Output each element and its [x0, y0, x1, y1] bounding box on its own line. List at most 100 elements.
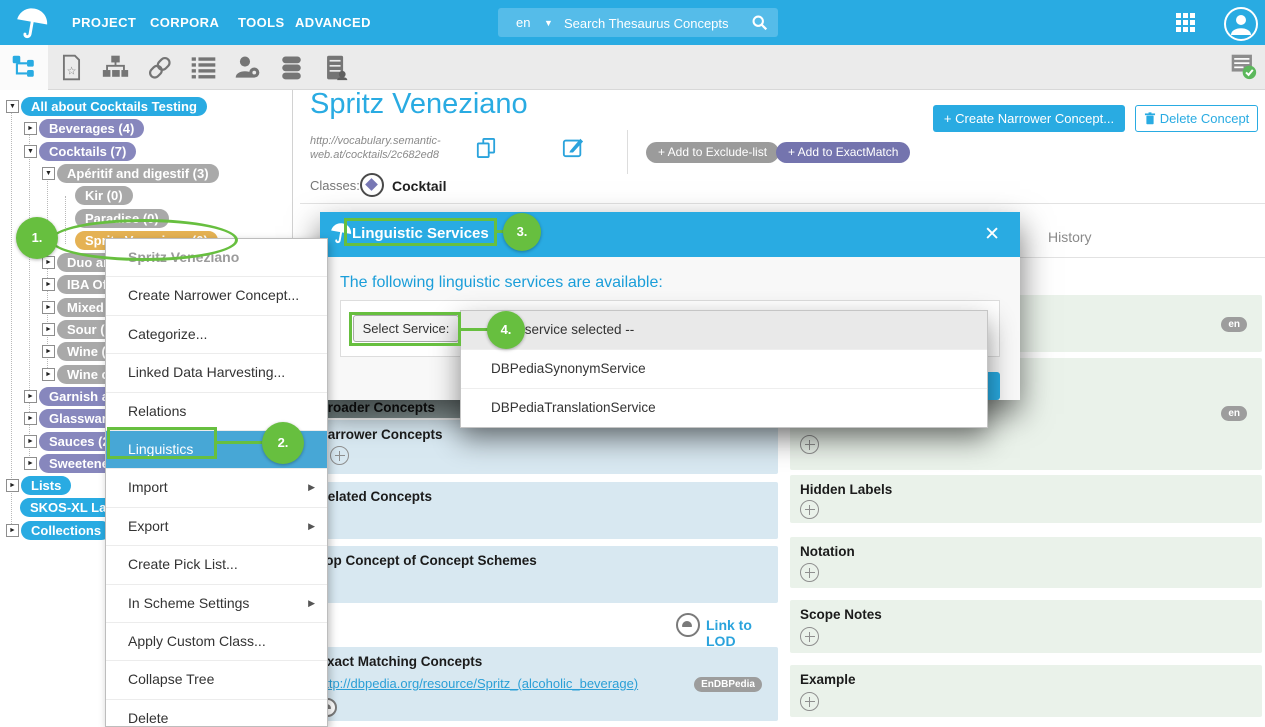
annotation-step-1: 1. [16, 217, 58, 259]
tree-row: ▼All about Cocktails Testing [0, 96, 292, 118]
database-icon[interactable] [278, 54, 305, 81]
expand-icon[interactable]: ► [42, 345, 55, 358]
poolparty-logo-icon[interactable] [11, 2, 53, 44]
menu-item-export[interactable]: ▶Export [106, 507, 327, 545]
nav-project[interactable]: PROJECT [72, 15, 136, 30]
tree-concept[interactable]: Lists [21, 476, 71, 495]
collapse-icon[interactable]: ▼ [24, 145, 37, 158]
menu-item-create-pick-list[interactable]: Create Pick List... [106, 545, 327, 583]
add-notation-icon[interactable] [800, 563, 819, 582]
concept-tree-icon[interactable] [11, 54, 38, 81]
tree-row: ▼Apéritif and digestif (3) [0, 163, 292, 185]
search-icon[interactable] [751, 14, 768, 31]
collapse-icon[interactable]: ▼ [42, 167, 55, 180]
expand-icon[interactable]: ► [24, 122, 37, 135]
chevron-down-icon[interactable]: ▼ [544, 18, 553, 28]
hierarchy-icon[interactable] [102, 54, 129, 81]
tree-concept[interactable]: Collections [21, 521, 111, 540]
expand-icon[interactable]: ► [42, 278, 55, 291]
section-title: Example [800, 672, 856, 687]
concept-context-menu: Spritz Veneziano Create Narrower Concept… [105, 238, 328, 727]
menu-item-delete[interactable]: Delete [106, 699, 327, 727]
service-option[interactable]: DBPediaSynonymService [461, 349, 987, 388]
tree-concept[interactable]: All about Cocktails Testing [21, 97, 207, 116]
expand-icon[interactable]: ► [6, 479, 19, 492]
expand-icon[interactable]: ► [42, 323, 55, 336]
module-toolbar: ☆ [0, 45, 1265, 90]
add-label-icon[interactable] [800, 435, 819, 454]
add-hidden-label-icon[interactable] [800, 500, 819, 519]
scope-notes-box: Scope Notes [790, 600, 1262, 653]
page-title: Spritz Veneziano [310, 88, 528, 121]
tree-concept[interactable]: Cocktails (7) [39, 142, 136, 161]
tree-concept[interactable]: Apéritif and digestif (3) [57, 164, 219, 183]
section-title: Top Concept of Concept Schemes [318, 553, 537, 568]
link-to-lod-row: Link to LOD [302, 610, 778, 644]
expand-icon[interactable]: ► [24, 412, 37, 425]
menu-item-categorize[interactable]: Categorize... [106, 315, 327, 353]
expand-icon[interactable]: ► [42, 256, 55, 269]
repository-icon[interactable] [322, 54, 349, 81]
annotation-box-select-service [349, 312, 461, 346]
top-navigation-bar: PROJECT CORPORA TOOLS ADVANCED en ▼ [0, 0, 1265, 45]
search-language-select[interactable]: en [516, 15, 530, 30]
menu-item-in-scheme-settings[interactable]: ▶In Scheme Settings [106, 584, 327, 622]
annotation-box-linguistics [107, 427, 217, 459]
tab-history[interactable]: History [1048, 229, 1092, 245]
nav-tools[interactable]: TOOLS [238, 15, 285, 30]
dbpedia-link[interactable]: http://dbpedia.org/resource/Spritz_(alco… [318, 676, 638, 691]
list-icon[interactable] [190, 54, 217, 81]
expand-icon[interactable]: ► [42, 368, 55, 381]
expand-icon[interactable]: ► [24, 457, 37, 470]
expand-icon[interactable]: ► [42, 301, 55, 314]
service-option[interactable]: DBPediaTranslationService [461, 388, 987, 427]
class-name[interactable]: Cocktail [392, 178, 446, 194]
notation-box: Notation [790, 537, 1262, 588]
menu-item-collapse-tree[interactable]: Collapse Tree [106, 660, 327, 698]
menu-item-import[interactable]: ▶Import [106, 468, 327, 506]
add-to-exclude-list-button[interactable]: + Add to Exclude-list [646, 142, 779, 163]
section-title: Related Concepts [318, 489, 432, 504]
annotation-step-4: 4. [487, 311, 525, 349]
class-cocktail-icon [360, 173, 384, 197]
add-to-exactmatch-button[interactable]: + Add to ExactMatch [776, 142, 910, 163]
language-badge: en [1221, 317, 1247, 332]
user-roles-icon[interactable] [234, 54, 261, 81]
menu-item-create-narrower-concept[interactable]: Create Narrower Concept... [106, 276, 327, 314]
delete-concept-button[interactable]: Delete Concept [1135, 105, 1258, 132]
edit-icon[interactable] [562, 136, 584, 158]
service-option[interactable]: -- No service selected -- [461, 311, 987, 349]
nav-corpora[interactable]: CORPORA [150, 15, 219, 30]
linked-data-icon[interactable] [146, 54, 173, 81]
add-narrower-icon[interactable] [330, 446, 349, 465]
copy-uri-icon[interactable] [476, 137, 496, 159]
submenu-arrow-icon: ▶ [308, 469, 315, 506]
nav-advanced[interactable]: ADVANCED [295, 15, 371, 30]
collapse-icon[interactable]: ▼ [6, 100, 19, 113]
create-narrower-concept-button[interactable]: + Create Narrower Concept... [933, 105, 1125, 132]
menu-item-apply-custom-class[interactable]: Apply Custom Class... [106, 622, 327, 660]
search-input[interactable] [562, 11, 742, 35]
expand-icon[interactable]: ► [24, 435, 37, 448]
document-star-icon[interactable]: ☆ [58, 54, 85, 81]
user-avatar-icon[interactable] [1224, 7, 1258, 41]
related-concepts-section: Related Concepts [302, 482, 778, 539]
tree-concept[interactable]: Kir (0) [75, 186, 133, 205]
section-title: Exact Matching Concepts [318, 654, 482, 669]
menu-item-linked-data-harvesting[interactable]: Linked Data Harvesting... [106, 353, 327, 391]
modal-intro-text: The following linguistic services are av… [340, 274, 663, 292]
expand-icon[interactable]: ► [6, 524, 19, 537]
classes-label: Classes: [310, 178, 360, 193]
tree-concept[interactable]: SKOS-XL La [20, 498, 116, 517]
tree-concept[interactable]: Beverages (4) [39, 119, 144, 138]
apps-grid-icon[interactable] [1176, 13, 1196, 33]
close-icon[interactable]: ✕ [984, 223, 1000, 246]
submenu-arrow-icon: ▶ [308, 585, 315, 622]
expand-icon[interactable]: ► [24, 390, 37, 403]
link-to-lod-button[interactable]: Link to LOD [706, 617, 778, 649]
section-title: Scope Notes [800, 607, 882, 622]
add-scope-note-icon[interactable] [800, 627, 819, 646]
annotation-box-modal-title [344, 218, 497, 246]
report-check-icon[interactable] [1230, 53, 1257, 80]
add-example-icon[interactable] [800, 692, 819, 711]
